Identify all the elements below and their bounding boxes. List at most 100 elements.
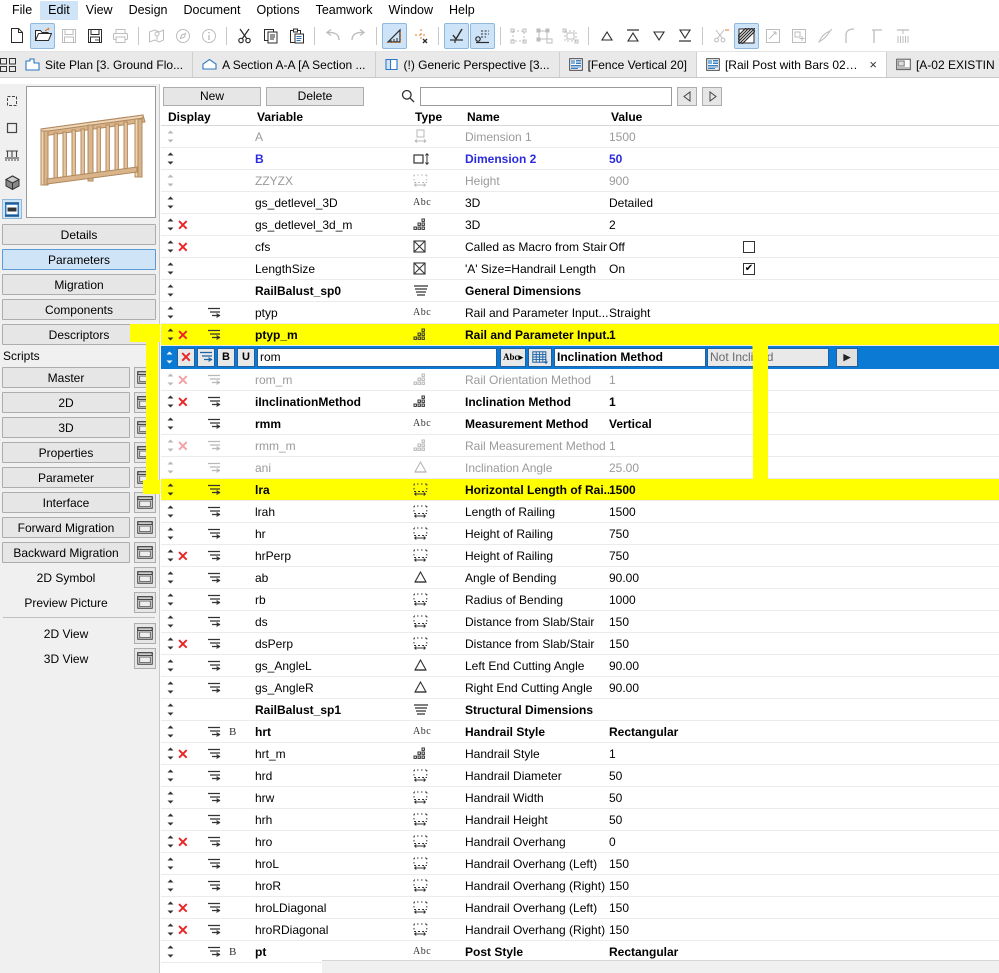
updown-icon[interactable]: [166, 174, 175, 187]
row-value[interactable]: 25.00: [609, 461, 729, 475]
list-select-icon[interactable]: [470, 22, 495, 49]
updown-icon[interactable]: [166, 747, 175, 760]
updown-icon[interactable]: [166, 857, 175, 870]
row-name[interactable]: Rail and Parameter Input...: [465, 306, 609, 320]
header-display[interactable]: Display: [163, 110, 211, 124]
open-value-list-button[interactable]: ▶: [836, 347, 858, 367]
row-value[interactable]: 1: [609, 328, 729, 342]
delete-row-icon[interactable]: ✕: [177, 240, 189, 254]
row-value[interactable]: 1500: [609, 483, 729, 497]
search-next-button[interactable]: [702, 86, 722, 106]
row-display-toggle[interactable]: [161, 505, 207, 518]
row-variable[interactable]: hrt: [255, 725, 413, 739]
fill-pattern-icon[interactable]: [734, 22, 759, 49]
row-display-toggle[interactable]: ✕: [161, 240, 207, 254]
delete-row-icon[interactable]: ✕: [177, 923, 189, 937]
table-row[interactable]: RailBalust_sp1 Structural Dimensions: [161, 699, 999, 721]
delete-parameter-button[interactable]: Delete: [266, 86, 364, 106]
table-row[interactable]: ani Inclination Angle 25.00: [161, 457, 999, 479]
row-variable[interactable]: gs_detlevel_3d_m: [255, 218, 413, 232]
row-value[interactable]: 750: [609, 549, 729, 563]
table-row[interactable]: hrw Handrail Width 50: [161, 787, 999, 809]
delete-row-icon[interactable]: ✕: [177, 747, 189, 761]
parameter-value-input[interactable]: Not Inclined: [707, 347, 829, 367]
row-value[interactable]: 90.00: [609, 659, 729, 673]
row-name[interactable]: Rail Measurement Method: [465, 439, 609, 453]
boolean-icon[interactable]: [413, 240, 465, 253]
script-button-properties[interactable]: Properties: [2, 442, 130, 463]
row-variable[interactable]: A: [255, 130, 413, 144]
table-row[interactable]: hroL Handrail Overhang (Left) 150: [161, 853, 999, 875]
row-name[interactable]: Measurement Method: [465, 417, 609, 431]
row-value[interactable]: 1: [609, 373, 729, 387]
value-checkbox[interactable]: [743, 240, 755, 253]
underline-toggle-button[interactable]: U: [237, 347, 255, 367]
table-row[interactable]: ✕ hroRDiagonal Handrail Overhang (Right) 15…: [161, 919, 999, 941]
table-row[interactable]: ab Angle of Bending 90.00: [161, 567, 999, 589]
script-button-interface[interactable]: Interface: [2, 492, 130, 513]
length-icon[interactable]: [413, 791, 465, 805]
row-value[interactable]: 1000: [609, 593, 729, 607]
indent-icon[interactable]: [207, 418, 221, 430]
row-name[interactable]: 'A' Size=Handrail Length: [465, 262, 609, 276]
integer-icon[interactable]: [413, 395, 465, 408]
row-name[interactable]: Height: [465, 174, 609, 188]
row-name[interactable]: Left End Cutting Angle: [465, 659, 609, 673]
length-icon[interactable]: [413, 901, 465, 915]
indent-icon[interactable]: [207, 594, 221, 606]
header-value[interactable]: Value: [611, 110, 731, 124]
row-value[interactable]: 150: [609, 637, 729, 651]
row-display-toggle[interactable]: ✕: [161, 549, 207, 563]
indent-icon[interactable]: [207, 880, 221, 892]
delete-row-icon[interactable]: ✕: [177, 373, 189, 387]
row-name[interactable]: Distance from Slab/Stair: [465, 637, 609, 651]
view-button-2d-view[interactable]: 2D View: [2, 623, 130, 644]
delete-point-icon[interactable]: [408, 23, 433, 49]
row-name[interactable]: Handrail Overhang (Left): [465, 857, 609, 871]
row-name[interactable]: Handrail Overhang (Right): [465, 879, 609, 893]
indent-icon[interactable]: [207, 506, 221, 518]
updown-icon[interactable]: [166, 395, 175, 408]
integer-icon[interactable]: [413, 439, 465, 452]
row-display-toggle[interactable]: [161, 769, 207, 782]
updown-icon[interactable]: [166, 218, 175, 231]
row-display-toggle[interactable]: [161, 196, 207, 209]
row-name[interactable]: Rail and Parameter Input...: [465, 328, 609, 342]
length-icon[interactable]: [413, 835, 465, 849]
search-input[interactable]: [421, 87, 671, 105]
open-editor-icon[interactable]: [134, 542, 156, 563]
menu-item-document[interactable]: Document: [176, 1, 249, 20]
document-tab-2[interactable]: (!) Generic Perspective [3...: [375, 52, 560, 77]
menu-item-options[interactable]: Options: [248, 1, 307, 20]
updown-icon[interactable]: [166, 637, 175, 650]
paste-icon[interactable]: [284, 23, 309, 49]
row-value[interactable]: 900: [609, 174, 729, 188]
open-file-icon[interactable]: [30, 22, 55, 49]
row-variable[interactable]: hroLDiagonal: [255, 901, 413, 915]
length-icon[interactable]: [413, 923, 465, 937]
title-icon[interactable]: [413, 703, 465, 716]
script-button-master[interactable]: Master: [2, 367, 130, 388]
updown-icon[interactable]: [166, 681, 175, 694]
script-button-backward-migration[interactable]: Backward Migration: [2, 542, 130, 563]
script-button-2d-symbol[interactable]: 2D Symbol: [2, 567, 130, 588]
send-backward-icon[interactable]: [646, 23, 671, 49]
delete-row-icon[interactable]: ✕: [177, 218, 189, 232]
row-value[interactable]: 150: [609, 923, 729, 937]
indent-icon[interactable]: [207, 396, 221, 408]
delete-row-icon[interactable]: ✕: [177, 439, 189, 453]
indent-icon[interactable]: [207, 660, 221, 672]
integer-icon[interactable]: [413, 328, 465, 341]
row-value[interactable]: On: [609, 262, 729, 276]
variable-name-input[interactable]: rom: [257, 347, 497, 367]
open-view-icon[interactable]: [134, 648, 156, 669]
copy-icon[interactable]: [258, 23, 283, 49]
row-value[interactable]: 1500: [609, 130, 729, 144]
row-variable[interactable]: dsPerp: [255, 637, 413, 651]
row-name[interactable]: Post Style: [465, 945, 609, 959]
title-icon[interactable]: [413, 284, 465, 297]
updown-icon[interactable]: [166, 461, 175, 474]
row-display-toggle[interactable]: [161, 284, 207, 297]
indent-icon[interactable]: [207, 770, 221, 782]
updown-icon[interactable]: [166, 196, 175, 209]
